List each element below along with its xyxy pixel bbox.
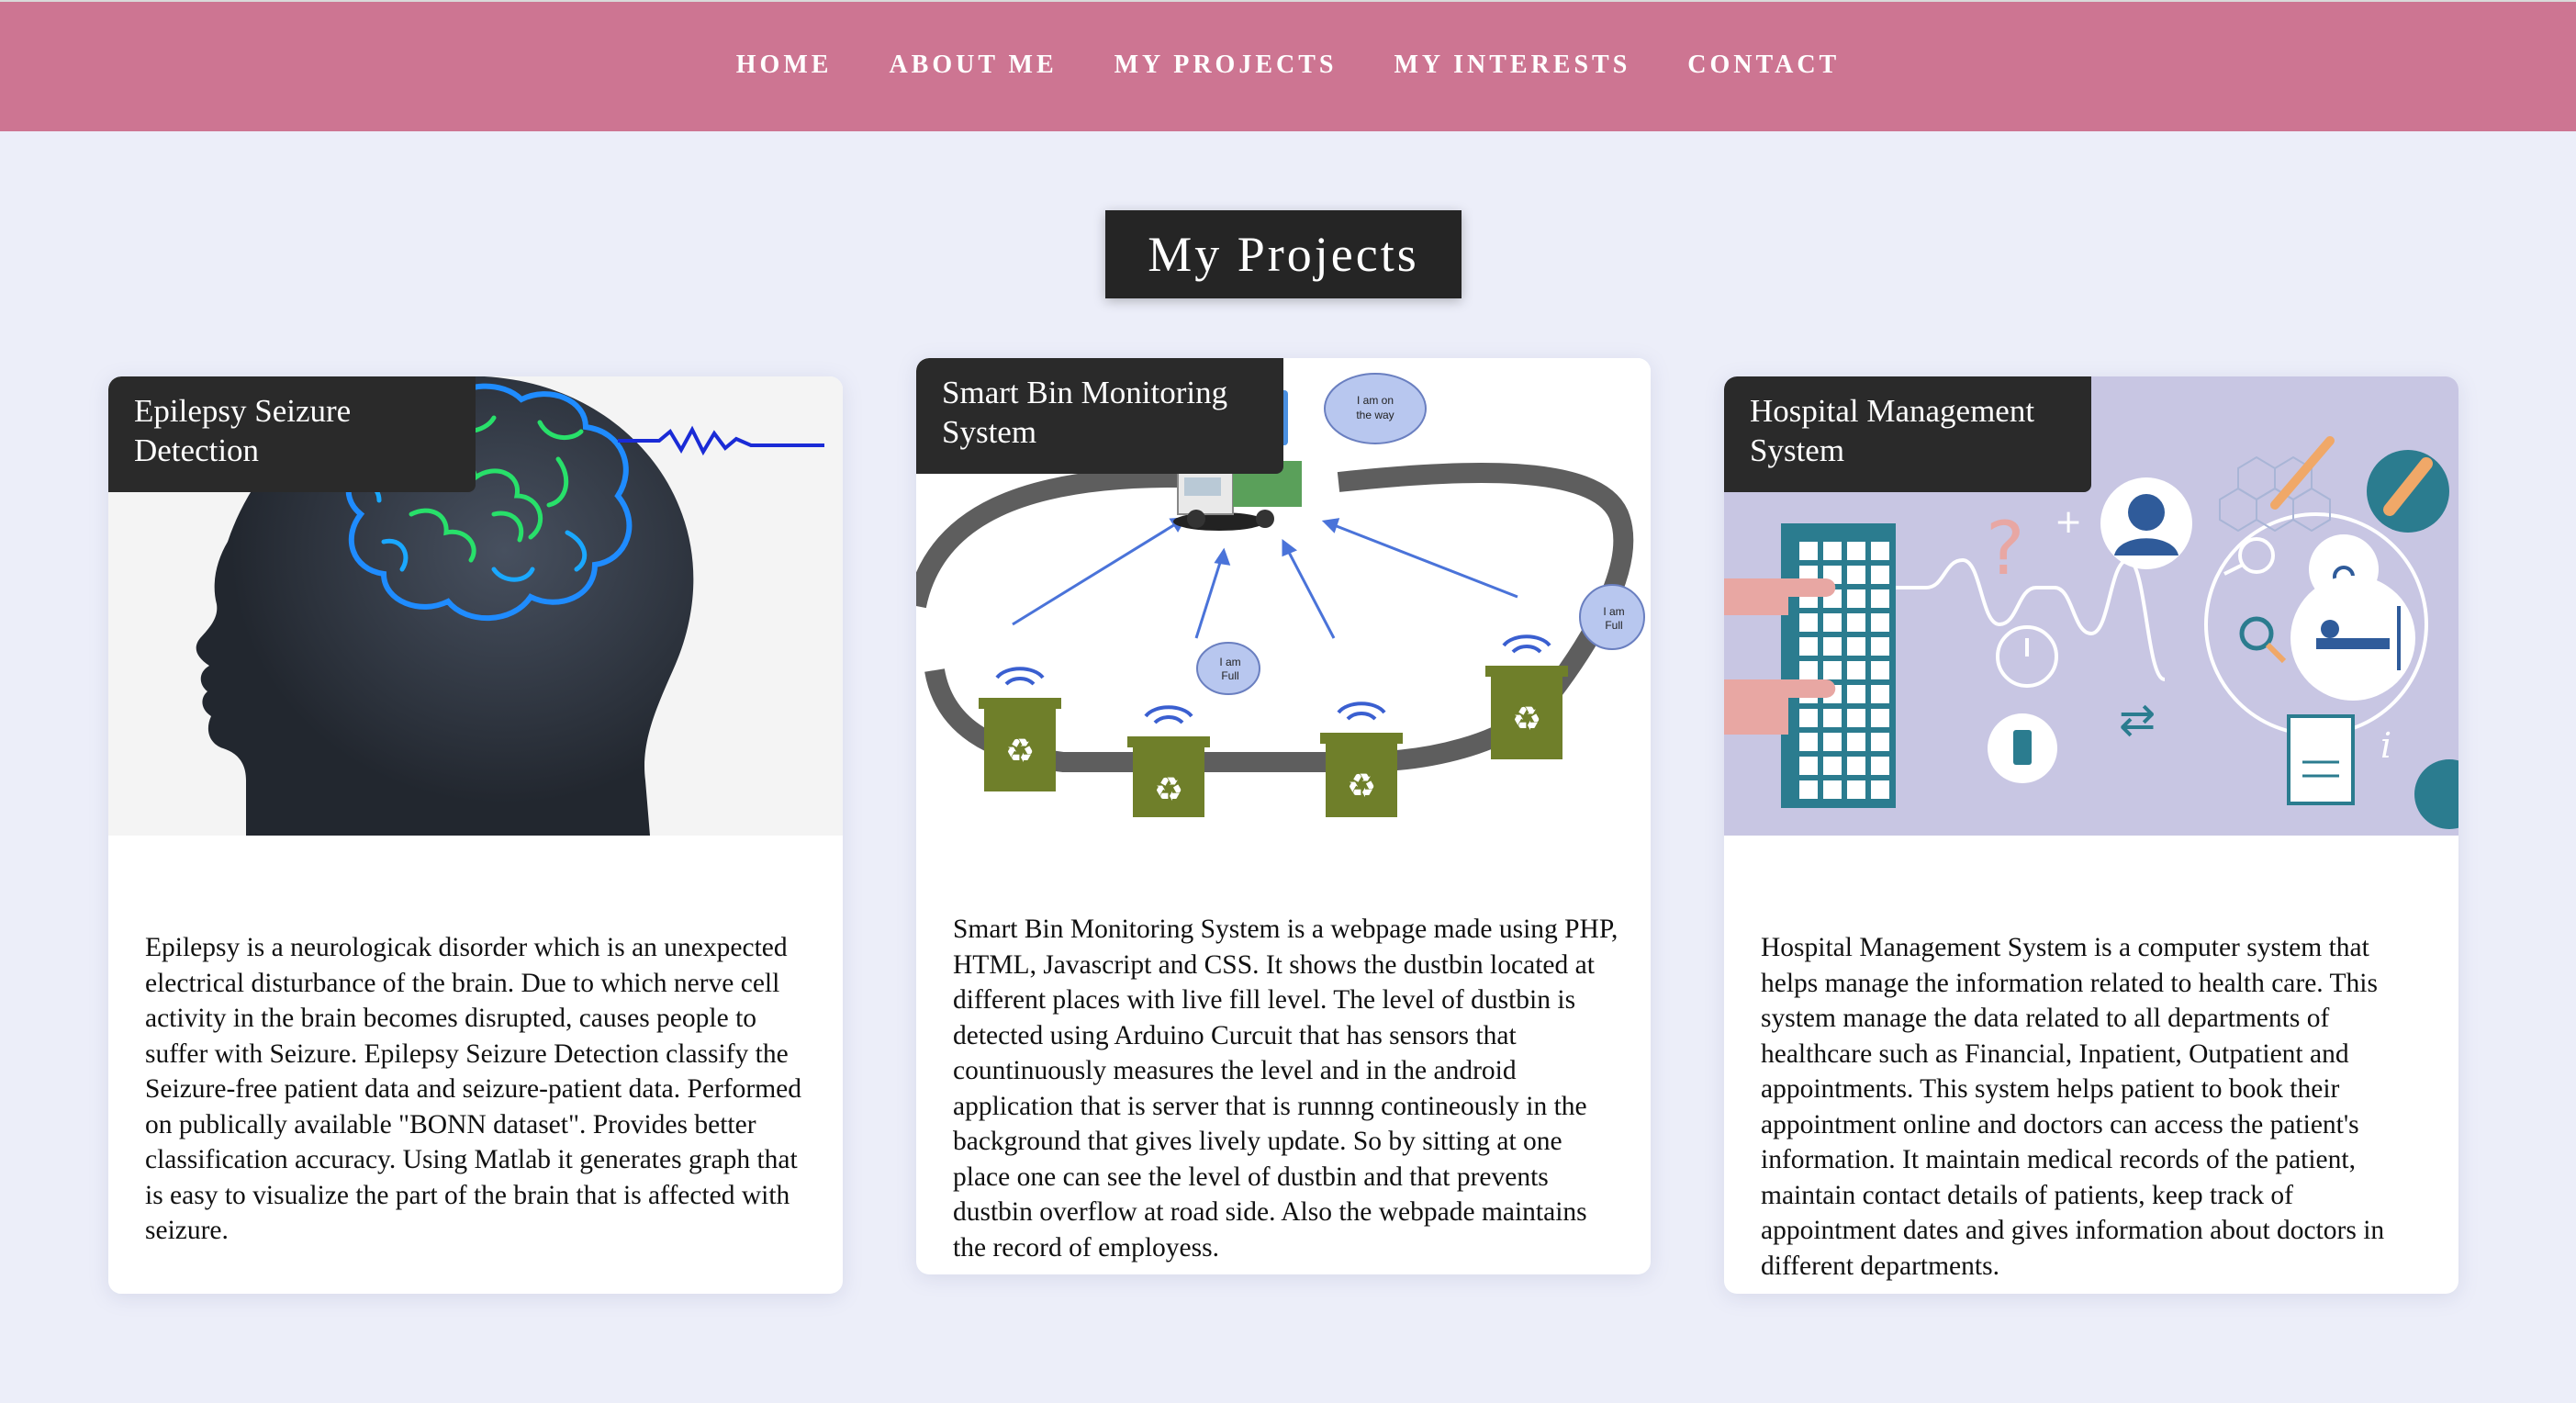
project-card-hospital[interactable]: ? + ⇄ i Hospital Management System Hospi… [1724,376,2458,1294]
svg-text:I am: I am [1219,656,1240,668]
svg-text:+: + [2055,503,2082,541]
project-card-smart-bin[interactable]: I am on the way I am Full I am Full ♻ ♻ … [916,358,1651,1274]
project-description-smart-bin: Smart Bin Monitoring System is a webpage… [953,915,1618,1263]
svg-text:⇄: ⇄ [2119,694,2156,746]
svg-text:I am: I am [1603,605,1624,618]
svg-text:♻: ♻ [1512,701,1541,738]
project-card-epilepsy[interactable]: Epilepsy Seizure Detection Epilepsy is a… [108,376,843,1294]
svg-text:♻: ♻ [1154,771,1183,809]
project-title-smart-bin: Smart Bin Monitoring System [916,358,1283,474]
nav-link-my-projects[interactable]: MY PROJECTS [1114,51,1338,80]
svg-text:♻: ♻ [1347,768,1376,805]
nav-links: HOME ABOUT ME MY PROJECTS MY INTERESTS C… [736,51,1840,80]
nav-link-about-me[interactable]: ABOUT ME [889,51,1057,80]
svg-text:the way: the way [1356,409,1394,421]
project-title-hospital: Hospital Management System [1724,376,2091,492]
nav-link-my-interests[interactable]: MY INTERESTS [1394,51,1630,80]
project-title-epilepsy: Epilepsy Seizure Detection [108,376,476,492]
svg-text:Full: Full [1605,619,1622,632]
svg-text:Full: Full [1221,669,1238,682]
svg-text:i: i [2380,725,2391,766]
svg-text:♻: ♻ [1005,733,1035,770]
svg-text:?: ? [1986,506,2024,591]
top-navbar: HOME ABOUT ME MY PROJECTS MY INTERESTS C… [0,0,2576,131]
project-description-epilepsy: Epilepsy is a neurologicak disorder whic… [145,933,802,1245]
nav-link-contact[interactable]: CONTACT [1687,51,1840,80]
section-title: My Projects [1105,210,1462,298]
project-description-hospital: Hospital Management System is a computer… [1761,933,2385,1281]
svg-text:I am on: I am on [1357,394,1394,407]
nav-link-home[interactable]: HOME [736,51,833,80]
